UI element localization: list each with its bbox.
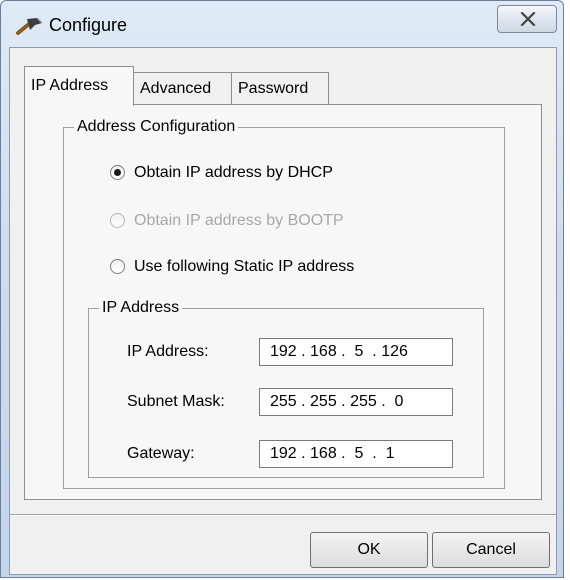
tab-label: Password	[238, 80, 309, 97]
footer-separator	[10, 514, 556, 516]
hammer-icon	[15, 15, 47, 37]
group-legend: IP Address	[99, 298, 183, 318]
ip-address-tab-panel: Address Configuration Obtain IP address …	[24, 104, 542, 500]
radio-button[interactable]	[110, 259, 125, 274]
radio-dhcp[interactable]: Obtain IP address by DHCP	[110, 162, 410, 184]
radio-label: Obtain IP address by BOOTP	[134, 212, 344, 229]
dialog-client-area: IP Address Advanced Password Address Con…	[9, 47, 557, 575]
radio-label: Use following Static IP address	[134, 258, 355, 275]
tab-ip-address[interactable]: IP Address	[24, 66, 134, 106]
tab-password[interactable]: Password	[231, 72, 329, 104]
address-configuration-group: Address Configuration Obtain IP address …	[63, 117, 505, 489]
radio-label: Obtain IP address by DHCP	[134, 164, 333, 181]
cancel-button[interactable]: Cancel	[432, 532, 550, 568]
tab-label: IP Address	[31, 77, 109, 94]
ok-button[interactable]: OK	[310, 532, 428, 568]
gateway-input[interactable]: 192 . 168 . 5 . 1	[259, 440, 453, 468]
close-icon	[520, 12, 536, 26]
radio-button[interactable]	[110, 165, 125, 180]
radio-static-ip[interactable]: Use following Static IP address	[110, 256, 430, 278]
title-bar[interactable]: Configure	[1, 1, 563, 47]
tab-label: Advanced	[140, 80, 212, 97]
group-legend: Address Configuration	[74, 117, 239, 137]
ip-address-input[interactable]: 192 . 168 . 5 . 126	[259, 338, 453, 366]
close-button[interactable]	[497, 5, 557, 33]
radio-bootp[interactable]: Obtain IP address by BOOTP	[110, 210, 410, 232]
subnet-mask-input[interactable]: 255 . 255 . 255 . 0	[259, 388, 453, 416]
configure-dialog: Configure IP Address Advanced Password A…	[0, 0, 564, 578]
ip-address-label: IP Address:	[127, 343, 209, 360]
subnet-mask-label: Subnet Mask:	[127, 393, 225, 410]
ip-address-group: IP Address IP Address: 192 . 168 . 5 . 1…	[88, 298, 484, 478]
tab-advanced[interactable]: Advanced	[133, 72, 232, 104]
window-title: Configure	[49, 15, 128, 35]
gateway-label: Gateway:	[127, 445, 195, 462]
radio-button[interactable]	[110, 213, 125, 228]
